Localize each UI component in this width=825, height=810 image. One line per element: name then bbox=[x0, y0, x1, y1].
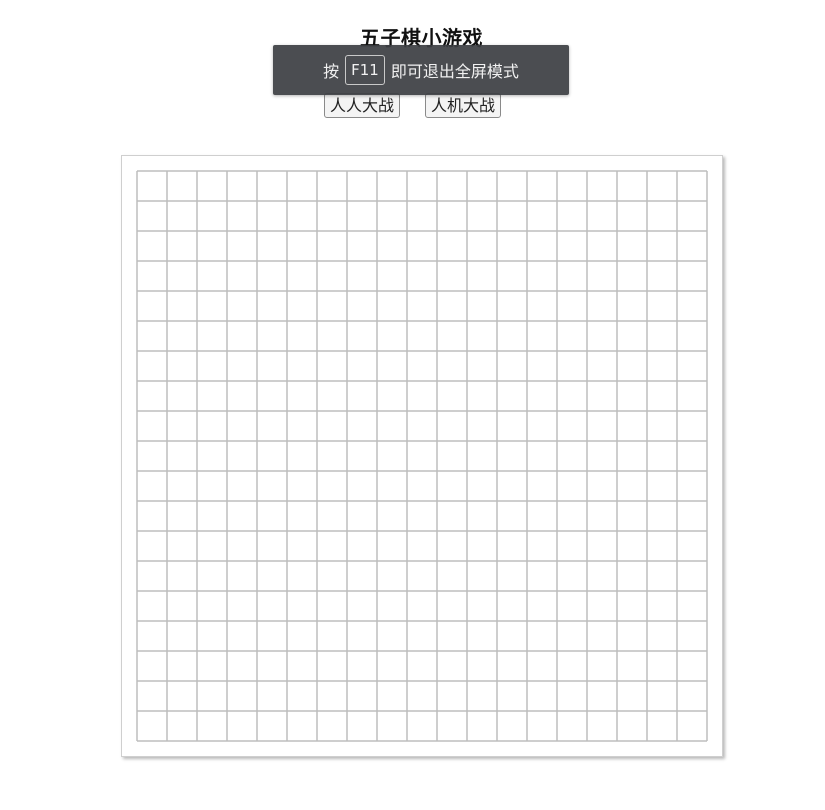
pvp-mode-button[interactable]: 人人大战 bbox=[323, 93, 400, 118]
fullscreen-notice-suffix: 即可退出全屏模式 bbox=[390, 62, 519, 81]
gomoku-page: 五子棋小游戏 人人大战 人机大战 按 F11 即可退出全屏模式 bbox=[0, 0, 825, 810]
f11-key-hint: F11 bbox=[345, 55, 385, 85]
fullscreen-exit-notice: 按 F11 即可退出全屏模式 bbox=[273, 45, 569, 95]
pve-mode-button[interactable]: 人机大战 bbox=[425, 93, 502, 118]
game-board[interactable] bbox=[121, 155, 723, 757]
board-grid[interactable] bbox=[122, 156, 722, 756]
mode-button-group: 人人大战 人机大战 bbox=[0, 93, 825, 118]
fullscreen-notice-prefix: 按 bbox=[323, 62, 340, 81]
